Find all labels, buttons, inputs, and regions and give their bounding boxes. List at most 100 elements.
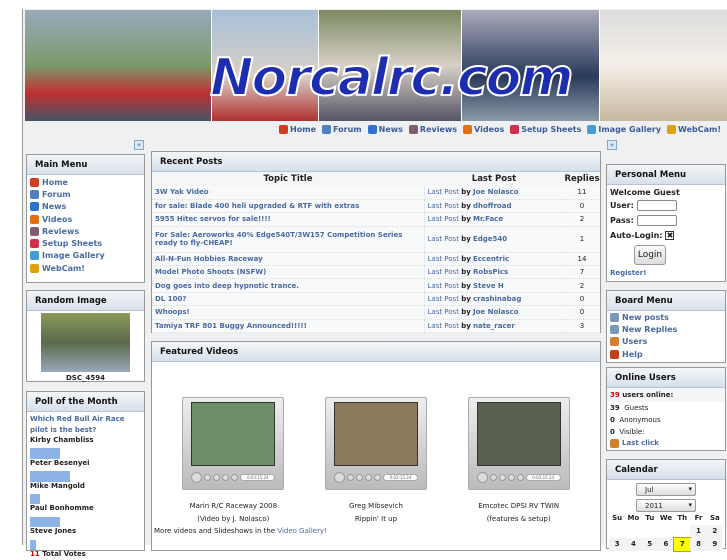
calendar-day[interactable]: 1	[690, 525, 707, 538]
last-click-link[interactable]: Last click	[607, 438, 725, 449]
forward-button[interactable]	[507, 474, 515, 481]
menu-item-home[interactable]: Home	[27, 176, 144, 188]
last-post-link[interactable]: Last Post	[428, 215, 459, 223]
last-post-link[interactable]: Last Post	[428, 322, 459, 330]
menu-item-videos[interactable]: Videos	[27, 213, 144, 225]
settings-button[interactable]	[231, 474, 239, 481]
nav-news[interactable]: News	[367, 125, 403, 134]
calendar-box: Calendar Jul 2011 SuMoTuWeThFrSa12345678…	[606, 459, 726, 552]
topic-link[interactable]: Dog goes into deep hypnotic trance.	[152, 278, 424, 293]
topic-link[interactable]: 3W Yak Video	[152, 186, 424, 200]
board-help[interactable]: Help	[607, 348, 725, 360]
forward-button[interactable]	[222, 474, 230, 481]
weekday-label: We	[659, 514, 673, 522]
play-button[interactable]	[333, 472, 345, 483]
timecode: 0:03:15.24	[382, 474, 418, 481]
news-icon	[367, 125, 377, 134]
video-screen[interactable]	[333, 402, 418, 466]
poll-question[interactable]: Which Red Bull Air Race pilot is the bes…	[27, 414, 144, 436]
login-button[interactable]: Login	[634, 245, 666, 265]
board-users[interactable]: Users	[607, 336, 725, 348]
topic-link[interactable]: All-N-Fun Hobbies Raceway	[152, 252, 424, 267]
user-link[interactable]: Mr.Face	[473, 215, 503, 223]
nav-webcam[interactable]: WebCam!	[667, 125, 721, 134]
video-screen[interactable]	[191, 402, 276, 466]
nav-home[interactable]: Home	[279, 125, 316, 134]
settings-button[interactable]	[373, 474, 381, 481]
play-button[interactable]	[476, 472, 488, 483]
topic-link[interactable]: Whoops!	[152, 305, 424, 320]
video-subtitle: (features & setup)	[486, 514, 551, 523]
collapse-right-button[interactable]: »	[607, 140, 617, 150]
last-post-link[interactable]: Last Post	[428, 235, 459, 243]
password-input[interactable]	[636, 215, 677, 226]
rewind-button[interactable]	[489, 474, 497, 481]
video-player[interactable]: 0:03:15.24	[182, 397, 285, 490]
menu-item-webcam[interactable]: WebCam!	[27, 262, 144, 274]
video-player[interactable]: 0:03:15.24	[467, 397, 570, 490]
play-button[interactable]	[191, 472, 203, 483]
calendar-day[interactable]: 2	[706, 525, 723, 538]
menu-item-reviews[interactable]: Reviews	[27, 225, 144, 237]
collapse-left-button[interactable]: «	[134, 140, 144, 150]
calendar-empty	[625, 525, 641, 538]
nav-image-gallery[interactable]: Image Gallery	[587, 125, 661, 134]
rewind-button[interactable]	[346, 474, 354, 481]
news-icon	[30, 202, 39, 212]
site-logo[interactable]: Norcalrc.com	[209, 47, 575, 109]
auto-login-checkbox[interactable]: ✖	[665, 231, 675, 240]
last-post-link[interactable]: Last Post	[428, 202, 459, 210]
last-post-link[interactable]: Last Post	[428, 255, 459, 263]
board-new-posts[interactable]: New posts	[607, 311, 725, 323]
settings-button[interactable]	[516, 474, 524, 481]
topic-link[interactable]: DL 100?	[152, 292, 424, 307]
topic-link[interactable]: Tamiya TRF 801 Buggy Announced!!!!!	[152, 319, 424, 334]
user-link[interactable]: dhoffroad	[473, 202, 511, 210]
rewind-button[interactable]	[204, 474, 212, 481]
back-button[interactable]	[498, 474, 506, 481]
menu-item-news[interactable]: News	[27, 201, 144, 213]
last-post-link[interactable]: Last Post	[428, 188, 459, 196]
videos-icon	[30, 214, 39, 224]
user-link[interactable]: Steve H	[473, 282, 504, 290]
featured-video: 0:03:15.24 Marin R/C Raceway 2008 (Video …	[182, 397, 285, 525]
register-link[interactable]: Register!	[607, 265, 725, 281]
random-image[interactable]	[41, 313, 130, 372]
topic-link[interactable]: For Sale: Aeroworks 40% Edge540T/3W157 C…	[152, 226, 424, 253]
forward-button[interactable]	[364, 474, 372, 481]
nav-reviews[interactable]: Reviews	[408, 125, 457, 134]
video-player[interactable]: 0:03:15.24	[324, 397, 427, 490]
last-post-link[interactable]: Last Post	[428, 295, 459, 303]
user-link[interactable]: Edge540	[473, 235, 507, 243]
topic-link[interactable]: Model Photo Shoots (NSFW)	[152, 265, 424, 280]
table-row: For Sale: Aeroworks 40% Edge540T/3W157 C…	[152, 226, 600, 253]
board-new-replies[interactable]: New Replies	[607, 323, 725, 335]
user-link[interactable]: crashinabag	[473, 295, 521, 303]
user-link[interactable]: Joe Nolasco	[473, 308, 519, 316]
last-post-link[interactable]: Last Post	[428, 268, 459, 276]
back-button[interactable]	[355, 474, 363, 481]
topic-link[interactable]: for sale: Blade 400 heli upgraded & RTF …	[152, 199, 424, 214]
nav-setup-sheets[interactable]: Setup Sheets	[510, 125, 581, 134]
by-text: by	[461, 295, 471, 304]
user-link[interactable]: Eccentric	[473, 255, 509, 263]
reviews-icon	[30, 226, 39, 236]
month-select[interactable]: Jul	[636, 483, 696, 496]
username-input[interactable]	[636, 200, 677, 211]
video-screen[interactable]	[476, 402, 561, 466]
topic-link[interactable]: 5955 Hitec servos for sale!!!!	[152, 212, 424, 227]
video-gallery-link[interactable]: Video Gallery!	[277, 527, 327, 535]
last-post-link[interactable]: Last Post	[428, 308, 459, 316]
last-post-link[interactable]: Last Post	[428, 282, 459, 290]
nav-videos[interactable]: Videos	[463, 125, 504, 134]
back-button[interactable]	[213, 474, 221, 481]
menu-item-image-gallery[interactable]: Image Gallery	[27, 250, 144, 262]
menu-item-setup-sheets[interactable]: Setup Sheets	[27, 237, 144, 249]
user-link[interactable]: Joe Nolasco	[473, 188, 519, 196]
user-link[interactable]: nate_racer	[473, 322, 515, 330]
menu-item-forum[interactable]: Forum	[27, 188, 144, 200]
calendar-empty	[609, 525, 625, 538]
year-select[interactable]: 2011	[636, 499, 696, 512]
user-link[interactable]: RobsPics	[473, 268, 508, 276]
nav-forum[interactable]: Forum	[322, 125, 362, 134]
